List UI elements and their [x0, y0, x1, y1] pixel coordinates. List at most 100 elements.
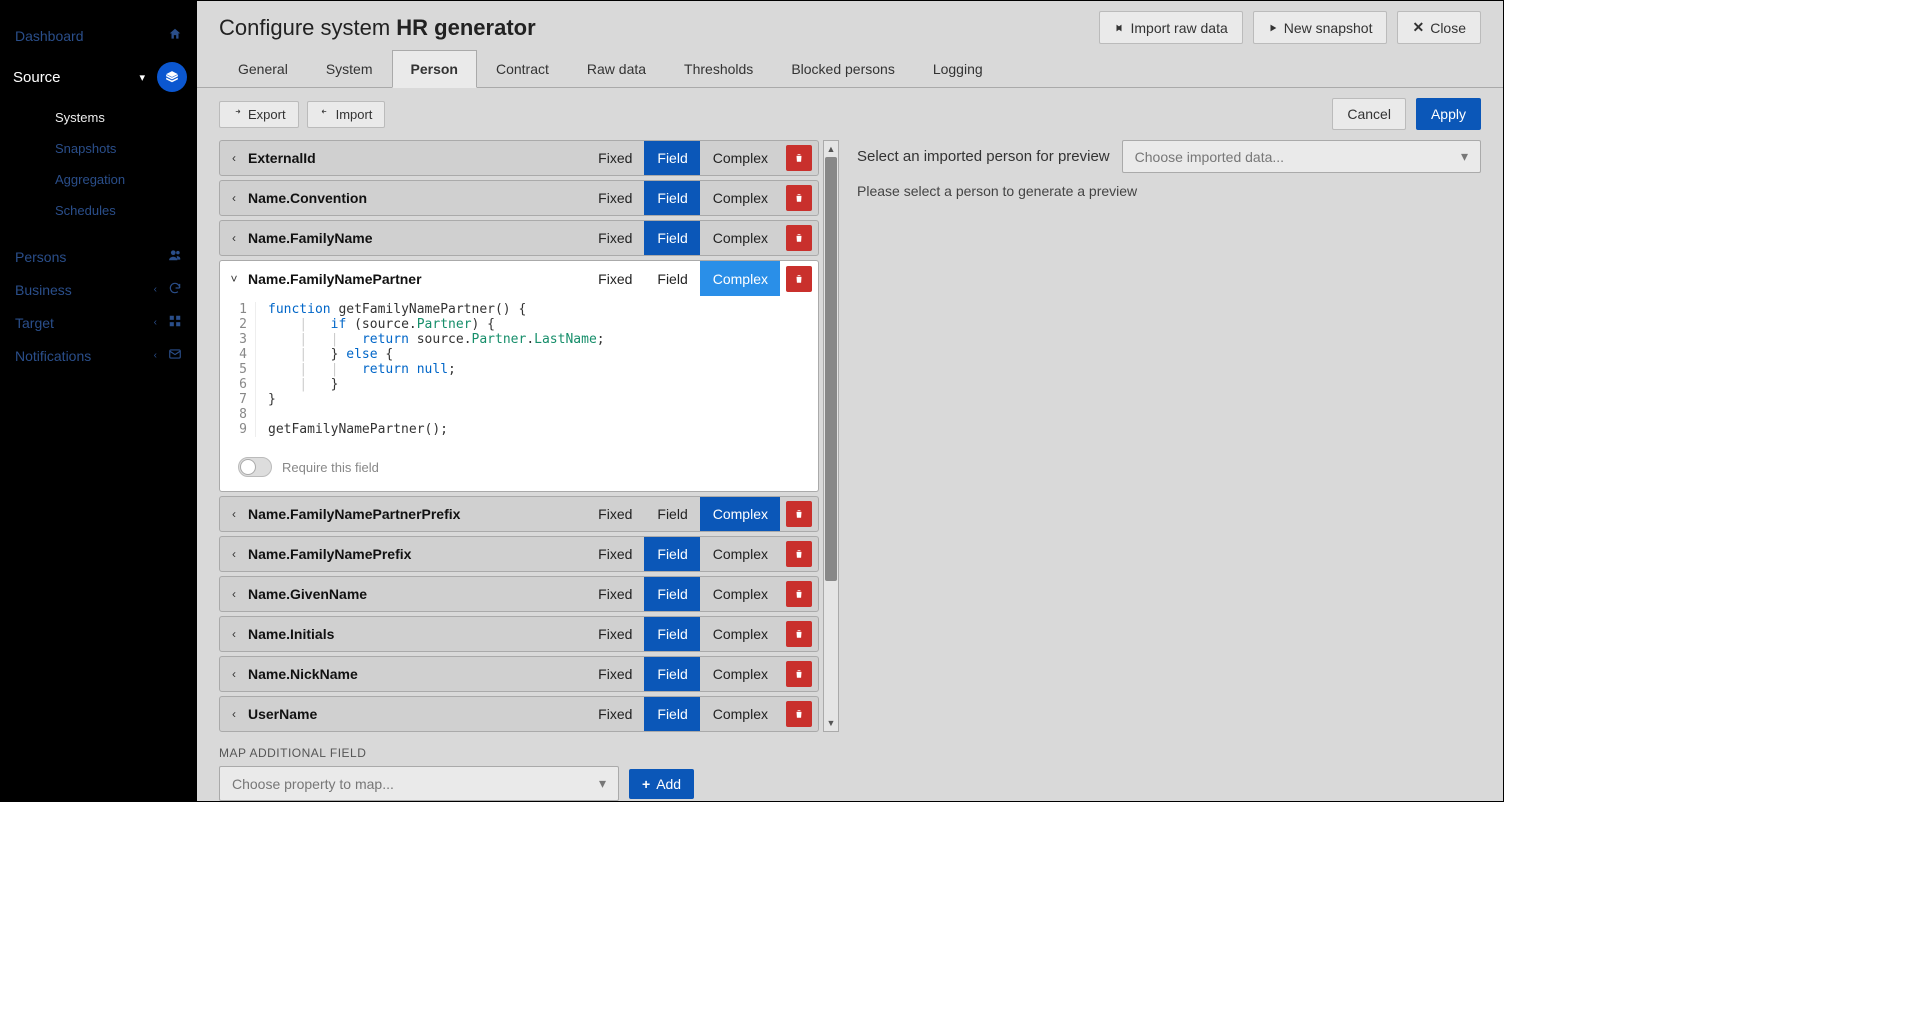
scrollbar[interactable]: ▲ ▼ — [823, 140, 839, 732]
grid-icon — [167, 314, 183, 331]
complex-button[interactable]: Complex — [700, 577, 780, 611]
fixed-button[interactable]: Fixed — [585, 497, 644, 531]
chevron-left-icon[interactable]: ‹ — [220, 707, 248, 721]
tab-general[interactable]: General — [219, 50, 307, 87]
complex-button[interactable]: Complex — [700, 697, 780, 731]
field-row: ‹Name.FamilyNamePrefixFixedFieldComplex — [219, 536, 819, 572]
sidebar-business[interactable]: Business ‹ — [1, 273, 197, 306]
sidebar-source[interactable]: Source ▾ — [1, 52, 197, 102]
code-editor[interactable]: 123456789function getFamilyNamePartner()… — [220, 296, 818, 447]
field-row: ˅Name.FamilyNamePartnerFixedFieldComplex — [219, 260, 819, 296]
tab-contract[interactable]: Contract — [477, 50, 568, 87]
field-button[interactable]: Field — [644, 697, 699, 731]
fixed-button[interactable]: Fixed — [585, 141, 644, 175]
fixed-button[interactable]: Fixed — [585, 181, 644, 215]
complex-button[interactable]: Complex — [700, 617, 780, 651]
delete-button[interactable] — [786, 581, 812, 607]
complex-button[interactable]: Complex — [700, 181, 780, 215]
complex-button[interactable]: Complex — [700, 497, 780, 531]
complex-button[interactable]: Complex — [700, 657, 780, 691]
fixed-button[interactable]: Fixed — [585, 261, 644, 296]
add-button[interactable]: +Add — [629, 769, 694, 799]
tab-person[interactable]: Person — [392, 50, 477, 88]
tab-thresholds[interactable]: Thresholds — [665, 50, 772, 87]
chevron-left-icon[interactable]: ‹ — [220, 587, 248, 601]
field-expanded-panel: 123456789function getFamilyNamePartner()… — [219, 296, 819, 492]
field-button[interactable]: Field — [644, 181, 699, 215]
import-icon — [320, 109, 330, 119]
sidebar-snapshots[interactable]: Snapshots — [43, 133, 197, 164]
field-button[interactable]: Field — [644, 141, 699, 175]
tab-raw-data[interactable]: Raw data — [568, 50, 665, 87]
tabs: GeneralSystemPersonContractRaw dataThres… — [197, 50, 1503, 88]
complex-button[interactable]: Complex — [700, 221, 780, 255]
sidebar-aggregation[interactable]: Aggregation — [43, 164, 197, 195]
chevron-down-icon[interactable]: ˅ — [220, 272, 248, 286]
apply-button[interactable]: Apply — [1416, 98, 1481, 130]
field-button[interactable]: Field — [644, 221, 699, 255]
field-button[interactable]: Field — [644, 577, 699, 611]
delete-button[interactable] — [786, 501, 812, 527]
chevron-left-icon[interactable]: ‹ — [220, 507, 248, 521]
sidebar-schedules[interactable]: Schedules — [43, 195, 197, 226]
delete-button[interactable] — [786, 701, 812, 727]
chevron-left-icon[interactable]: ‹ — [220, 627, 248, 641]
delete-button[interactable] — [786, 145, 812, 171]
chevron-left-icon[interactable]: ‹ — [220, 231, 248, 245]
chevron-left-icon[interactable]: ‹ — [220, 547, 248, 561]
complex-button[interactable]: Complex — [700, 141, 780, 175]
fixed-button[interactable]: Fixed — [585, 697, 644, 731]
delete-button[interactable] — [786, 185, 812, 211]
delete-button[interactable] — [786, 266, 812, 292]
field-name: Name.FamilyName — [248, 230, 585, 246]
fixed-button[interactable]: Fixed — [585, 577, 644, 611]
field-row: ‹Name.InitialsFixedFieldComplex — [219, 616, 819, 652]
cancel-button[interactable]: Cancel — [1332, 98, 1406, 130]
field-button[interactable]: Field — [644, 497, 699, 531]
map-property-select[interactable]: Choose property to map... ▾ — [219, 766, 619, 801]
sidebar-persons[interactable]: Persons — [1, 240, 197, 273]
sidebar-dashboard[interactable]: Dashboard — [1, 19, 197, 52]
field-button[interactable]: Field — [644, 617, 699, 651]
fixed-button[interactable]: Fixed — [585, 537, 644, 571]
import-button[interactable]: Import — [307, 101, 386, 128]
sidebar-source-sub: Systems Snapshots Aggregation Schedules — [1, 102, 197, 226]
preview-label: Select an imported person for preview — [857, 148, 1110, 165]
trash-icon — [794, 666, 804, 682]
delete-button[interactable] — [786, 541, 812, 567]
refresh-icon — [167, 281, 183, 298]
scroll-down-icon[interactable]: ▼ — [824, 715, 838, 731]
field-name: Name.Convention — [248, 190, 585, 206]
tab-logging[interactable]: Logging — [914, 50, 1002, 87]
tab-blocked-persons[interactable]: Blocked persons — [772, 50, 914, 87]
tab-system[interactable]: System — [307, 50, 392, 87]
field-button[interactable]: Field — [644, 657, 699, 691]
import-raw-button[interactable]: Import raw data — [1099, 11, 1242, 44]
field-name: Name.FamilyNamePartnerPrefix — [248, 506, 585, 522]
fixed-button[interactable]: Fixed — [585, 221, 644, 255]
sidebar-notifications[interactable]: Notifications ‹ — [1, 339, 197, 372]
import-icon — [1114, 23, 1124, 33]
sidebar-target[interactable]: Target ‹ — [1, 306, 197, 339]
field-button[interactable]: Field — [644, 261, 699, 296]
new-snapshot-button[interactable]: New snapshot — [1253, 11, 1388, 44]
chevron-left-icon[interactable]: ‹ — [220, 667, 248, 681]
chevron-left-icon[interactable]: ‹ — [220, 151, 248, 165]
delete-button[interactable] — [786, 661, 812, 687]
delete-button[interactable] — [786, 225, 812, 251]
trash-icon — [794, 190, 804, 206]
export-button[interactable]: Export — [219, 101, 299, 128]
scroll-up-icon[interactable]: ▲ — [824, 141, 838, 157]
delete-button[interactable] — [786, 621, 812, 647]
preview-select[interactable]: Choose imported data... ▾ — [1122, 140, 1481, 173]
require-toggle[interactable] — [238, 457, 272, 477]
complex-button[interactable]: Complex — [700, 537, 780, 571]
sidebar-systems[interactable]: Systems — [43, 102, 197, 133]
fixed-button[interactable]: Fixed — [585, 617, 644, 651]
close-button[interactable]: ✕ Close — [1397, 11, 1481, 44]
complex-button[interactable]: Complex — [700, 261, 780, 296]
chevron-left-icon[interactable]: ‹ — [220, 191, 248, 205]
field-button[interactable]: Field — [644, 537, 699, 571]
export-icon — [232, 109, 242, 119]
fixed-button[interactable]: Fixed — [585, 657, 644, 691]
